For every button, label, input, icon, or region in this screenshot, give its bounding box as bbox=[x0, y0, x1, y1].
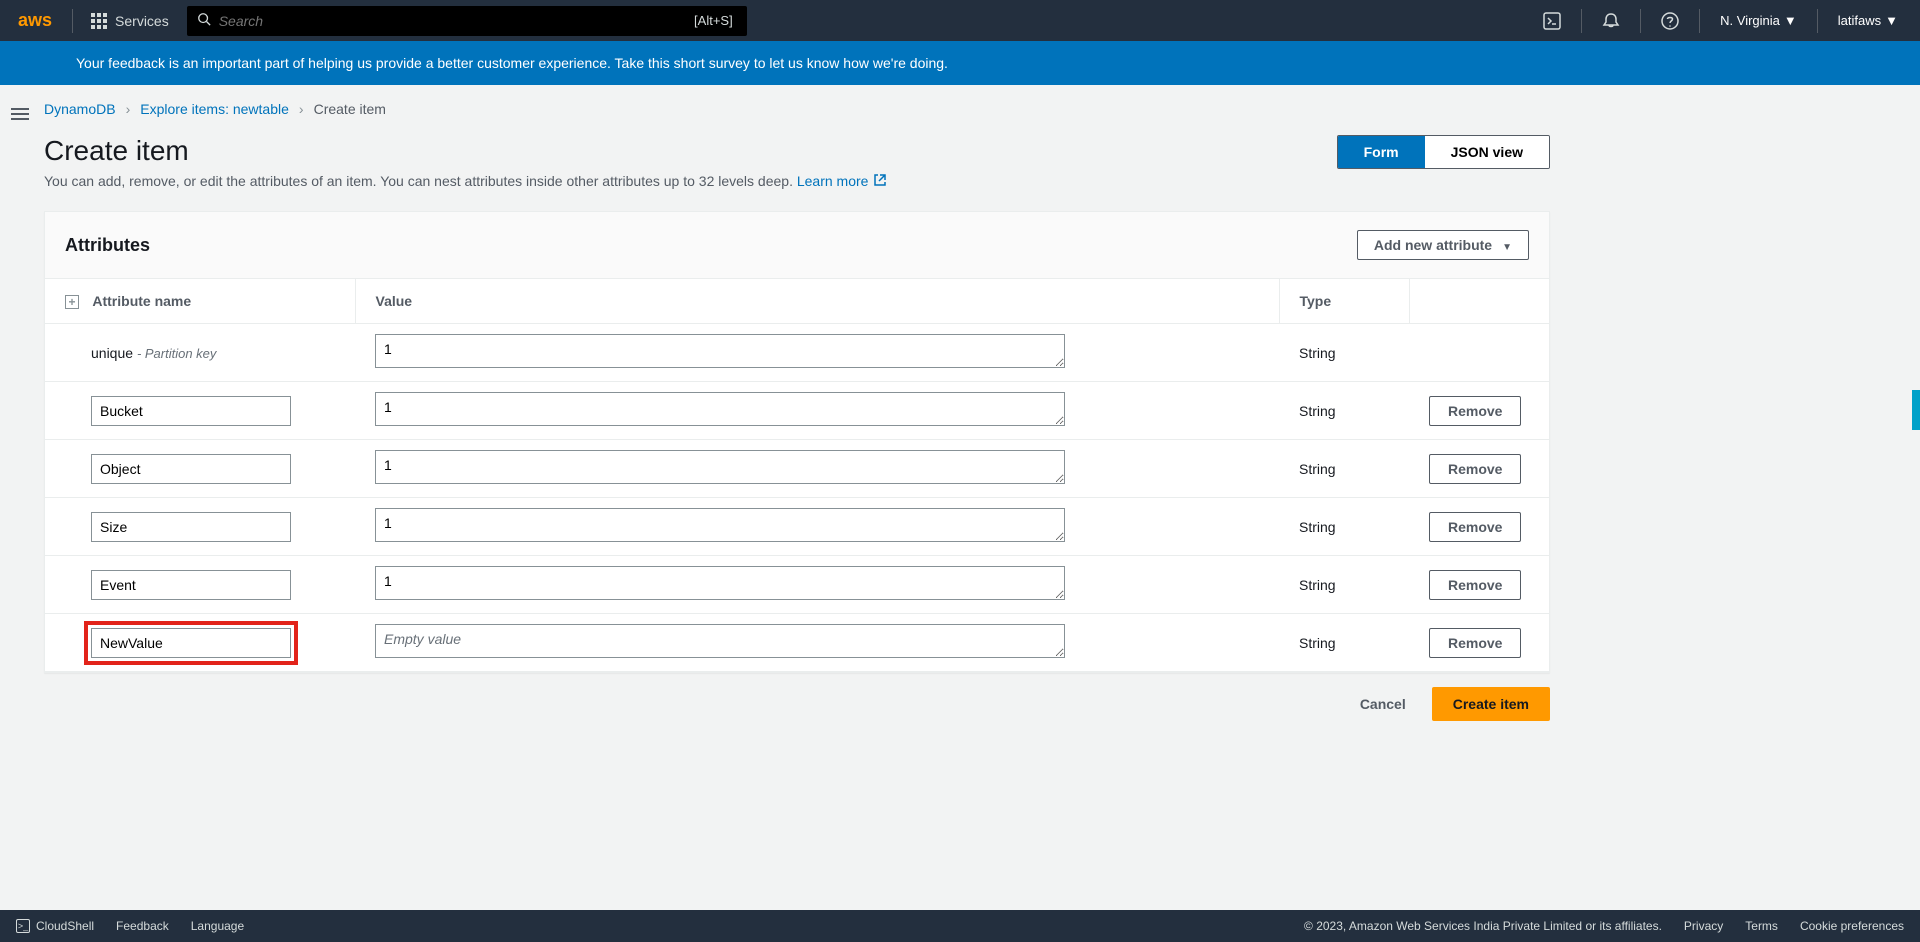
attribute-type-label: String bbox=[1279, 614, 1409, 672]
cloudshell-icon: >_ bbox=[16, 919, 30, 933]
table-row: String Remove bbox=[45, 556, 1549, 614]
footer-bar: >_ CloudShell Feedback Language © 2023, … bbox=[0, 910, 1920, 942]
survey-banner: Your feedback is an important part of he… bbox=[0, 41, 1920, 85]
attribute-name-label: unique bbox=[91, 345, 137, 361]
remove-attribute-button[interactable]: Remove bbox=[1429, 512, 1521, 542]
cancel-button[interactable]: Cancel bbox=[1344, 687, 1422, 721]
terms-link[interactable]: Terms bbox=[1745, 919, 1778, 933]
json-view-button[interactable]: JSON view bbox=[1425, 136, 1549, 168]
sidebar-toggle[interactable] bbox=[0, 85, 40, 741]
attribute-type-label: String bbox=[1279, 440, 1409, 498]
privacy-link[interactable]: Privacy bbox=[1684, 919, 1723, 933]
add-attribute-button[interactable]: Add new attribute bbox=[1357, 230, 1529, 260]
cloudshell-button[interactable]: >_ CloudShell bbox=[16, 919, 94, 933]
col-type: Type bbox=[1279, 279, 1409, 324]
remove-attribute-button[interactable]: Remove bbox=[1429, 570, 1521, 600]
search-icon bbox=[197, 12, 211, 29]
breadcrumb-current: Create item bbox=[314, 101, 386, 117]
breadcrumb-explore-items[interactable]: Explore items: newtable bbox=[140, 101, 289, 117]
attributes-panel: Attributes Add new attribute + Attribute… bbox=[44, 211, 1550, 673]
table-row: String Remove bbox=[45, 498, 1549, 556]
attribute-name-input[interactable] bbox=[91, 628, 291, 658]
attribute-value-input[interactable] bbox=[375, 566, 1065, 600]
page-title: Create item bbox=[44, 135, 886, 167]
cloudshell-icon[interactable] bbox=[1533, 12, 1571, 30]
breadcrumb: DynamoDB › Explore items: newtable › Cre… bbox=[44, 101, 1550, 117]
table-row: String Remove bbox=[45, 440, 1549, 498]
remove-attribute-button[interactable]: Remove bbox=[1429, 628, 1521, 658]
copyright-text: © 2023, Amazon Web Services India Privat… bbox=[1304, 919, 1662, 933]
attribute-name-input[interactable] bbox=[91, 512, 291, 542]
chevron-down-icon: ▼ bbox=[1784, 13, 1797, 28]
chevron-down-icon: ▼ bbox=[1885, 13, 1898, 28]
top-navigation: aws Services [Alt+S] N. Virginia▼ latifa… bbox=[0, 0, 1920, 41]
global-search[interactable]: [Alt+S] bbox=[187, 6, 747, 36]
attribute-type-label: String bbox=[1279, 324, 1409, 382]
notifications-icon[interactable] bbox=[1592, 12, 1630, 30]
external-link-icon bbox=[874, 173, 886, 189]
learn-more-link[interactable]: Learn more bbox=[797, 173, 886, 189]
attribute-value-input[interactable] bbox=[375, 508, 1065, 542]
attribute-value-input[interactable] bbox=[375, 450, 1065, 484]
remove-attribute-button[interactable]: Remove bbox=[1429, 396, 1521, 426]
attribute-name-input[interactable] bbox=[91, 454, 291, 484]
aws-logo[interactable]: aws bbox=[12, 10, 62, 31]
page-header: Create item You can add, remove, or edit… bbox=[44, 135, 1550, 189]
attributes-table: + Attribute name Value Type unique - Par… bbox=[45, 279, 1549, 672]
partition-key-badge: - Partition key bbox=[137, 346, 216, 361]
form-view-button[interactable]: Form bbox=[1338, 136, 1425, 168]
attribute-name-input[interactable] bbox=[91, 396, 291, 426]
cookie-preferences-link[interactable]: Cookie preferences bbox=[1800, 919, 1904, 933]
col-attribute-name: + Attribute name bbox=[45, 279, 355, 324]
expand-all-icon[interactable]: + bbox=[65, 295, 79, 309]
side-help-tab[interactable] bbox=[1912, 390, 1920, 430]
table-row: unique - Partition key String bbox=[45, 324, 1549, 382]
col-value: Value bbox=[355, 279, 1279, 324]
feedback-link[interactable]: Feedback bbox=[116, 919, 169, 933]
table-row: String Remove bbox=[45, 614, 1549, 672]
search-shortcut-label: [Alt+S] bbox=[694, 13, 733, 28]
chevron-right-icon: › bbox=[126, 101, 131, 117]
attribute-value-input[interactable] bbox=[375, 624, 1065, 658]
attribute-type-label: String bbox=[1279, 556, 1409, 614]
account-menu[interactable]: latifaws▼ bbox=[1828, 13, 1908, 28]
form-actions: Cancel Create item bbox=[44, 673, 1550, 741]
attribute-type-label: String bbox=[1279, 382, 1409, 440]
attribute-value-input[interactable] bbox=[375, 392, 1065, 426]
attribute-type-label: String bbox=[1279, 498, 1409, 556]
search-input[interactable] bbox=[219, 13, 694, 29]
chevron-right-icon: › bbox=[299, 101, 304, 117]
region-selector[interactable]: N. Virginia▼ bbox=[1710, 13, 1807, 28]
breadcrumb-dynamodb[interactable]: DynamoDB bbox=[44, 101, 116, 117]
attribute-value-input[interactable] bbox=[375, 334, 1065, 368]
col-actions bbox=[1409, 279, 1549, 324]
remove-attribute-button[interactable]: Remove bbox=[1429, 454, 1521, 484]
view-toggle: Form JSON view bbox=[1337, 135, 1550, 169]
grid-icon bbox=[91, 13, 107, 29]
create-item-button[interactable]: Create item bbox=[1432, 687, 1550, 721]
language-selector[interactable]: Language bbox=[191, 919, 244, 933]
hamburger-icon bbox=[11, 105, 29, 123]
services-button[interactable]: Services bbox=[83, 9, 177, 33]
page-subtitle: You can add, remove, or edit the attribu… bbox=[44, 173, 886, 189]
help-icon[interactable] bbox=[1651, 12, 1689, 30]
panel-title: Attributes bbox=[65, 235, 150, 256]
attribute-name-input[interactable] bbox=[91, 570, 291, 600]
table-row: String Remove bbox=[45, 382, 1549, 440]
